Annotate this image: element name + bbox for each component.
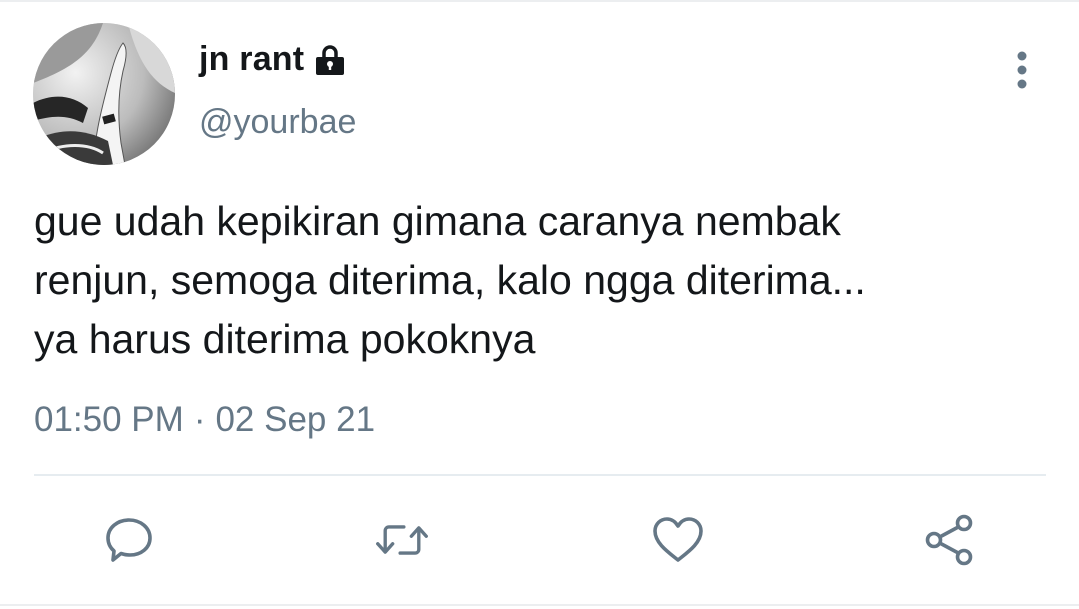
action-divider [34,474,1046,476]
author-name-row[interactable]: jn rant [199,40,347,79]
more-vertical-icon [1017,51,1027,89]
bottom-divider [0,604,1079,606]
share-button[interactable] [922,512,978,568]
lock-icon [313,43,347,77]
tweet-time: 01:50 PM [34,400,184,439]
tweet-date: 02 Sep 21 [215,400,376,439]
retweet-icon [376,525,428,555]
tweet-text: gue udah kepikiran gimana caranya nembak… [34,198,866,362]
display-name[interactable]: jn rant [199,40,304,79]
retweet-button[interactable] [374,512,430,568]
heart-icon [653,517,703,562]
meta-separator: · [193,400,206,439]
avatar-image [33,23,175,165]
reply-icon [106,518,152,562]
reply-button[interactable] [101,512,157,568]
top-divider [0,0,1079,2]
share-icon [925,514,973,566]
user-handle[interactable]: @yourbae [199,103,356,142]
more-options-button[interactable] [1004,50,1040,90]
avatar[interactable] [33,23,175,165]
like-button[interactable] [650,512,706,568]
tweet-timestamp[interactable]: 01:50 PM · 02 Sep 21 [34,400,375,440]
